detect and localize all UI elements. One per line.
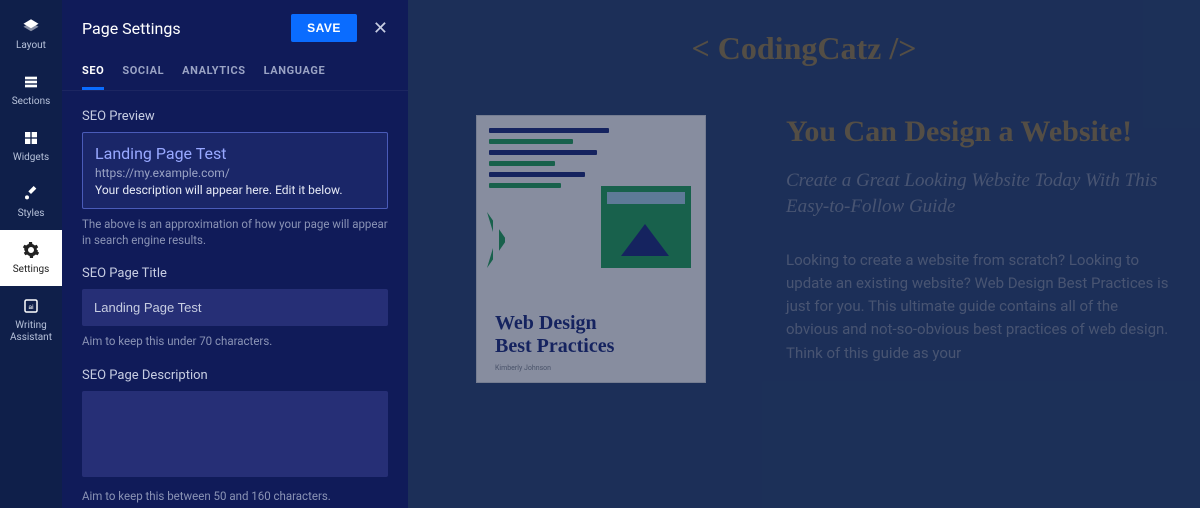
left-rail: Layout Sections Widgets Styles Settings … — [0, 0, 62, 508]
rail-item-settings[interactable]: Settings — [0, 230, 62, 286]
book-stripes — [489, 128, 609, 194]
ai-icon: ai — [21, 296, 41, 316]
rail-label: Layout — [12, 40, 50, 52]
rail-item-widgets[interactable]: Widgets — [0, 118, 62, 174]
chevron-icon — [487, 212, 515, 268]
seo-preview-label: SEO Preview — [82, 109, 388, 124]
panel-title: Page Settings — [82, 19, 181, 38]
svg-text:ai: ai — [28, 303, 34, 311]
seo-title-input[interactable] — [82, 289, 388, 326]
seo-title-label: SEO Page Title — [82, 266, 388, 281]
tab-social[interactable]: SOCIAL — [122, 64, 164, 90]
rail-item-writing-assistant[interactable]: ai Writing Assistant — [0, 286, 62, 354]
site-brand: < CodingCatz /> — [436, 30, 1172, 67]
preview-hint: The above is an approximation of how you… — [82, 217, 388, 248]
rail-item-sections[interactable]: Sections — [0, 62, 62, 118]
hero-text-column: You Can Design a Website! Create a Great… — [786, 107, 1172, 383]
rail-label: Styles — [14, 208, 49, 220]
seo-title-hint: Aim to keep this under 70 characters. — [82, 334, 388, 350]
panel-header: Page Settings SAVE ✕ — [62, 0, 408, 50]
rail-item-styles[interactable]: Styles — [0, 174, 62, 230]
hero-image-column: Web Design Best Practices Kimberly Johns… — [436, 107, 746, 383]
widgets-icon — [21, 128, 41, 148]
seo-desc-hint: Aim to keep this between 50 and 160 char… — [82, 489, 388, 505]
preview-desc: Your description will appear here. Edit … — [95, 183, 375, 197]
preview-title: Landing Page Test — [95, 144, 375, 163]
seo-desc-label: SEO Page Description — [82, 368, 388, 383]
sections-icon — [21, 72, 41, 92]
seo-preview-box: Landing Page Test https://my.example.com… — [82, 132, 388, 209]
rail-label: Writing Assistant — [0, 320, 62, 344]
rail-label: Widgets — [9, 152, 53, 164]
book-author: Kimberly Johnson — [495, 364, 551, 372]
panel-body: SEO Preview Landing Page Test https://my… — [62, 91, 408, 508]
close-icon[interactable]: ✕ — [373, 18, 388, 39]
page-canvas: < CodingCatz /> Web Design Best Practice… — [408, 0, 1200, 508]
gear-icon — [21, 240, 41, 260]
save-button[interactable]: SAVE — [291, 14, 357, 42]
rail-label: Settings — [9, 264, 54, 276]
layers-icon — [21, 16, 41, 36]
preview-url: https://my.example.com/ — [95, 166, 375, 180]
page-paragraph: Looking to create a website from scratch… — [786, 249, 1172, 365]
tab-language[interactable]: LANGUAGE — [264, 64, 326, 90]
page-headline: You Can Design a Website! — [786, 115, 1172, 150]
page-subheadline: Create a Great Looking Website Today Wit… — [786, 168, 1172, 221]
picture-icon — [601, 186, 691, 268]
book-cover: Web Design Best Practices Kimberly Johns… — [476, 115, 706, 383]
rail-label: Sections — [8, 96, 55, 108]
panel-tabs: SEO SOCIAL ANALYTICS LANGUAGE — [62, 50, 408, 91]
tab-seo[interactable]: SEO — [82, 64, 104, 90]
tab-analytics[interactable]: ANALYTICS — [182, 64, 245, 90]
book-title: Web Design Best Practices — [495, 312, 614, 358]
brush-icon — [21, 184, 41, 204]
settings-panel: Page Settings SAVE ✕ SEO SOCIAL ANALYTIC… — [62, 0, 408, 508]
seo-desc-input[interactable] — [82, 391, 388, 477]
rail-item-layout[interactable]: Layout — [0, 6, 62, 62]
